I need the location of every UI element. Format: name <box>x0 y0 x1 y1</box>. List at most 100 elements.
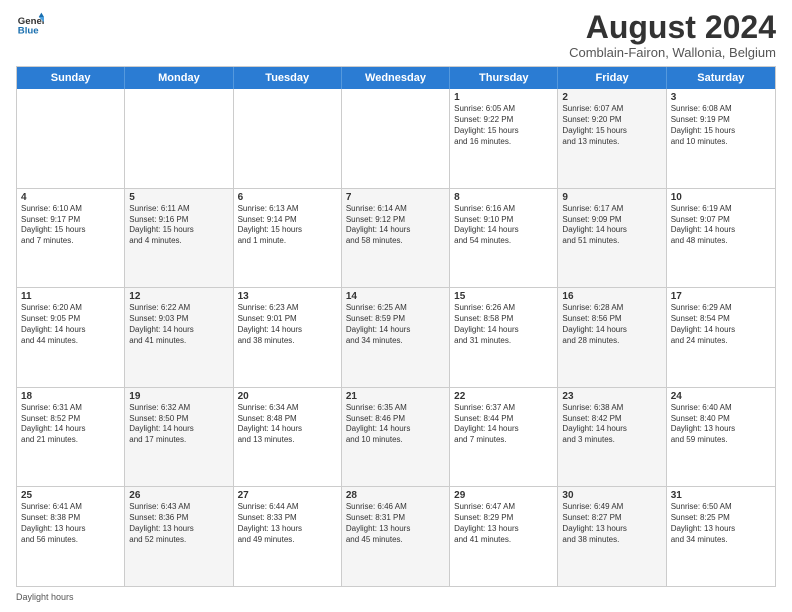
cell-text: Sunrise: 6:29 AM Sunset: 8:54 PM Dayligh… <box>671 303 771 346</box>
cal-header-day-monday: Monday <box>125 67 233 89</box>
day-number: 6 <box>238 192 337 203</box>
day-number: 24 <box>671 391 771 402</box>
cal-cell-day-13: 13Sunrise: 6:23 AM Sunset: 9:01 PM Dayli… <box>234 288 342 387</box>
cal-cell-day-8: 8Sunrise: 6:16 AM Sunset: 9:10 PM Daylig… <box>450 189 558 288</box>
day-number: 13 <box>238 291 337 302</box>
day-number: 28 <box>346 490 445 501</box>
cal-header-day-tuesday: Tuesday <box>234 67 342 89</box>
cell-text: Sunrise: 6:25 AM Sunset: 8:59 PM Dayligh… <box>346 303 445 346</box>
logo: General Blue <box>16 10 44 38</box>
cal-cell-day-18: 18Sunrise: 6:31 AM Sunset: 8:52 PM Dayli… <box>17 388 125 487</box>
header: General Blue August 2024 Comblain-Fairon… <box>16 10 776 60</box>
cal-header-day-saturday: Saturday <box>667 67 775 89</box>
day-number: 11 <box>21 291 120 302</box>
calendar-header: SundayMondayTuesdayWednesdayThursdayFrid… <box>17 67 775 89</box>
title-block: August 2024 Comblain-Fairon, Wallonia, B… <box>569 10 776 60</box>
cal-cell-day-26: 26Sunrise: 6:43 AM Sunset: 8:36 PM Dayli… <box>125 487 233 586</box>
cell-text: Sunrise: 6:16 AM Sunset: 9:10 PM Dayligh… <box>454 204 553 247</box>
cell-text: Sunrise: 6:31 AM Sunset: 8:52 PM Dayligh… <box>21 403 120 446</box>
day-number: 8 <box>454 192 553 203</box>
cell-text: Sunrise: 6:50 AM Sunset: 8:25 PM Dayligh… <box>671 502 771 545</box>
cell-text: Sunrise: 6:23 AM Sunset: 9:01 PM Dayligh… <box>238 303 337 346</box>
day-number: 12 <box>129 291 228 302</box>
cal-cell-day-2: 2Sunrise: 6:07 AM Sunset: 9:20 PM Daylig… <box>558 89 666 188</box>
day-number: 4 <box>21 192 120 203</box>
cell-text: Sunrise: 6:40 AM Sunset: 8:40 PM Dayligh… <box>671 403 771 446</box>
day-number: 19 <box>129 391 228 402</box>
day-number: 26 <box>129 490 228 501</box>
cal-cell-day-24: 24Sunrise: 6:40 AM Sunset: 8:40 PM Dayli… <box>667 388 775 487</box>
cal-cell-day-23: 23Sunrise: 6:38 AM Sunset: 8:42 PM Dayli… <box>558 388 666 487</box>
cal-cell-day-6: 6Sunrise: 6:13 AM Sunset: 9:14 PM Daylig… <box>234 189 342 288</box>
day-number: 25 <box>21 490 120 501</box>
day-number: 14 <box>346 291 445 302</box>
cal-cell-day-3: 3Sunrise: 6:08 AM Sunset: 9:19 PM Daylig… <box>667 89 775 188</box>
cell-text: Sunrise: 6:43 AM Sunset: 8:36 PM Dayligh… <box>129 502 228 545</box>
calendar: SundayMondayTuesdayWednesdayThursdayFrid… <box>16 66 776 587</box>
day-number: 21 <box>346 391 445 402</box>
day-number: 17 <box>671 291 771 302</box>
cell-text: Sunrise: 6:07 AM Sunset: 9:20 PM Dayligh… <box>562 104 661 147</box>
cal-header-day-friday: Friday <box>558 67 666 89</box>
cell-text: Sunrise: 6:28 AM Sunset: 8:56 PM Dayligh… <box>562 303 661 346</box>
cal-cell-day-19: 19Sunrise: 6:32 AM Sunset: 8:50 PM Dayli… <box>125 388 233 487</box>
cal-row-0: 1Sunrise: 6:05 AM Sunset: 9:22 PM Daylig… <box>17 89 775 188</box>
cal-cell-day-27: 27Sunrise: 6:44 AM Sunset: 8:33 PM Dayli… <box>234 487 342 586</box>
cell-text: Sunrise: 6:17 AM Sunset: 9:09 PM Dayligh… <box>562 204 661 247</box>
cell-text: Sunrise: 6:20 AM Sunset: 9:05 PM Dayligh… <box>21 303 120 346</box>
cal-cell-day-11: 11Sunrise: 6:20 AM Sunset: 9:05 PM Dayli… <box>17 288 125 387</box>
cell-text: Sunrise: 6:10 AM Sunset: 9:17 PM Dayligh… <box>21 204 120 247</box>
cal-cell-day-29: 29Sunrise: 6:47 AM Sunset: 8:29 PM Dayli… <box>450 487 558 586</box>
day-number: 20 <box>238 391 337 402</box>
day-number: 22 <box>454 391 553 402</box>
cal-cell-day-28: 28Sunrise: 6:46 AM Sunset: 8:31 PM Dayli… <box>342 487 450 586</box>
cell-text: Sunrise: 6:05 AM Sunset: 9:22 PM Dayligh… <box>454 104 553 147</box>
cell-text: Sunrise: 6:11 AM Sunset: 9:16 PM Dayligh… <box>129 204 228 247</box>
cal-cell-day-1: 1Sunrise: 6:05 AM Sunset: 9:22 PM Daylig… <box>450 89 558 188</box>
cell-text: Sunrise: 6:26 AM Sunset: 8:58 PM Dayligh… <box>454 303 553 346</box>
calendar-body: 1Sunrise: 6:05 AM Sunset: 9:22 PM Daylig… <box>17 89 775 586</box>
cell-text: Sunrise: 6:46 AM Sunset: 8:31 PM Dayligh… <box>346 502 445 545</box>
cal-cell-day-5: 5Sunrise: 6:11 AM Sunset: 9:16 PM Daylig… <box>125 189 233 288</box>
cell-text: Sunrise: 6:32 AM Sunset: 8:50 PM Dayligh… <box>129 403 228 446</box>
day-number: 15 <box>454 291 553 302</box>
footer: Daylight hours <box>16 592 776 602</box>
cal-cell-day-7: 7Sunrise: 6:14 AM Sunset: 9:12 PM Daylig… <box>342 189 450 288</box>
cal-cell-empty <box>125 89 233 188</box>
day-number: 7 <box>346 192 445 203</box>
cal-row-2: 11Sunrise: 6:20 AM Sunset: 9:05 PM Dayli… <box>17 287 775 387</box>
day-number: 27 <box>238 490 337 501</box>
cal-cell-day-30: 30Sunrise: 6:49 AM Sunset: 8:27 PM Dayli… <box>558 487 666 586</box>
cell-text: Sunrise: 6:47 AM Sunset: 8:29 PM Dayligh… <box>454 502 553 545</box>
cal-cell-empty <box>342 89 450 188</box>
footer-label: Daylight hours <box>16 592 74 602</box>
cal-cell-day-17: 17Sunrise: 6:29 AM Sunset: 8:54 PM Dayli… <box>667 288 775 387</box>
cal-cell-day-21: 21Sunrise: 6:35 AM Sunset: 8:46 PM Dayli… <box>342 388 450 487</box>
cell-text: Sunrise: 6:22 AM Sunset: 9:03 PM Dayligh… <box>129 303 228 346</box>
cal-cell-day-22: 22Sunrise: 6:37 AM Sunset: 8:44 PM Dayli… <box>450 388 558 487</box>
month-title: August 2024 <box>569 10 776 45</box>
cell-text: Sunrise: 6:35 AM Sunset: 8:46 PM Dayligh… <box>346 403 445 446</box>
cal-cell-day-31: 31Sunrise: 6:50 AM Sunset: 8:25 PM Dayli… <box>667 487 775 586</box>
day-number: 5 <box>129 192 228 203</box>
cal-cell-day-20: 20Sunrise: 6:34 AM Sunset: 8:48 PM Dayli… <box>234 388 342 487</box>
day-number: 30 <box>562 490 661 501</box>
cal-row-3: 18Sunrise: 6:31 AM Sunset: 8:52 PM Dayli… <box>17 387 775 487</box>
day-number: 31 <box>671 490 771 501</box>
day-number: 18 <box>21 391 120 402</box>
day-number: 16 <box>562 291 661 302</box>
cal-row-4: 25Sunrise: 6:41 AM Sunset: 8:38 PM Dayli… <box>17 486 775 586</box>
cal-cell-day-4: 4Sunrise: 6:10 AM Sunset: 9:17 PM Daylig… <box>17 189 125 288</box>
cell-text: Sunrise: 6:44 AM Sunset: 8:33 PM Dayligh… <box>238 502 337 545</box>
subtitle: Comblain-Fairon, Wallonia, Belgium <box>569 45 776 60</box>
cal-cell-day-10: 10Sunrise: 6:19 AM Sunset: 9:07 PM Dayli… <box>667 189 775 288</box>
cal-header-day-sunday: Sunday <box>17 67 125 89</box>
cal-row-1: 4Sunrise: 6:10 AM Sunset: 9:17 PM Daylig… <box>17 188 775 288</box>
day-number: 1 <box>454 92 553 103</box>
day-number: 2 <box>562 92 661 103</box>
day-number: 23 <box>562 391 661 402</box>
cell-text: Sunrise: 6:08 AM Sunset: 9:19 PM Dayligh… <box>671 104 771 147</box>
cal-cell-day-15: 15Sunrise: 6:26 AM Sunset: 8:58 PM Dayli… <box>450 288 558 387</box>
cal-cell-empty <box>234 89 342 188</box>
cell-text: Sunrise: 6:37 AM Sunset: 8:44 PM Dayligh… <box>454 403 553 446</box>
